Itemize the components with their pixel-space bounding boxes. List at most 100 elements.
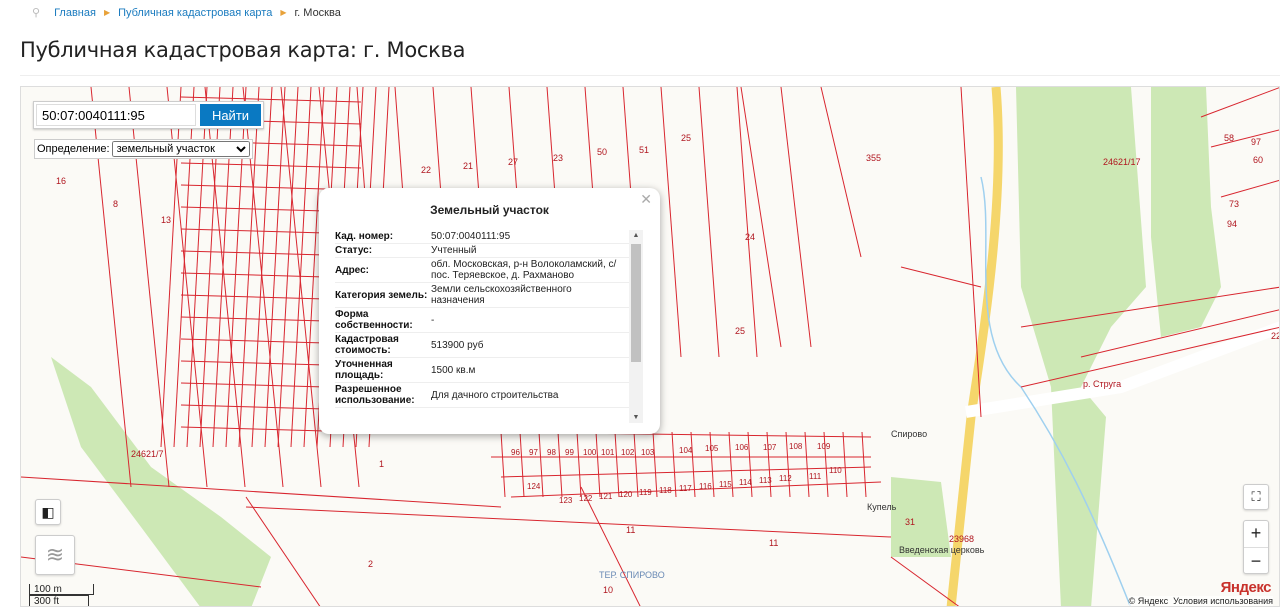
- forest-area: [51, 357, 271, 606]
- info-row: Адрес: обл. Московская, р-н Волоколамский…: [335, 258, 643, 283]
- parcel-label: 111: [809, 472, 822, 481]
- parcel-boundary: [180, 162, 362, 169]
- info-key: Категория земель:: [335, 289, 428, 301]
- scroll-down-icon[interactable]: ▼: [629, 414, 643, 421]
- parcel-boundary: [633, 431, 639, 498]
- info-key: Уточненная площадь:: [335, 359, 393, 381]
- parcel-label: 23: [553, 153, 563, 163]
- parcel-label: 58: [1224, 133, 1234, 143]
- parcel-label: р. Струга: [1083, 379, 1121, 389]
- parcel-label: 8: [113, 199, 118, 209]
- definition-label: Определение:: [37, 143, 110, 155]
- parcel-boundary: [245, 506, 892, 538]
- ruler-button[interactable]: ◧: [35, 499, 61, 525]
- info-key: Статус:: [335, 245, 373, 256]
- parcel-label: 104: [679, 446, 693, 455]
- parcel-label: 94: [1227, 219, 1237, 229]
- info-value: 1500 кв.м: [431, 364, 476, 376]
- parcel-label: 27: [508, 157, 518, 167]
- parcel-label: 103: [641, 448, 655, 457]
- breadcrumb: ⚲ Главная ▶ Публичная кадастровая карта …: [32, 6, 341, 20]
- info-value: Для дачного строительства: [431, 389, 559, 401]
- parcel-info-popup: ✕ Земельный участок Кад. номер: 50:07:004…: [319, 188, 660, 434]
- search-bar: Найти: [33, 101, 264, 129]
- parcel-label: 121: [599, 492, 613, 501]
- parcel-label: 11: [626, 525, 635, 535]
- find-button[interactable]: Найти: [200, 104, 261, 126]
- parcel-label: 116: [699, 482, 712, 491]
- parcel-boundary: [21, 476, 502, 508]
- layers-button[interactable]: ≋: [35, 535, 75, 575]
- parcel-label: Купель: [867, 502, 897, 512]
- parcel-boundary: [960, 87, 982, 418]
- parcel-label: 16: [56, 176, 66, 186]
- parcel-label: 107: [763, 443, 777, 452]
- breadcrumb-cadastral-map[interactable]: Публичная кадастровая карта: [118, 7, 272, 19]
- road: [946, 87, 1003, 606]
- parcel-boundary: [842, 431, 848, 498]
- parcel-label: 24621/17: [1103, 157, 1141, 167]
- scrollbar-thumb[interactable]: [631, 244, 641, 362]
- scrollbar[interactable]: ▲ ▼: [629, 230, 643, 423]
- info-row: Кад. номер: 50:07:0040111:95: [335, 230, 643, 244]
- info-value: 513900 руб: [431, 339, 484, 351]
- breadcrumb-home[interactable]: Главная: [54, 7, 96, 19]
- parcel-boundary: [900, 266, 982, 288]
- parcel-label: 117: [679, 484, 692, 493]
- parcel-boundary: [766, 431, 772, 498]
- yandex-logo: Яндекс: [1220, 579, 1272, 596]
- parcel-label: 224: [1271, 331, 1280, 341]
- parcel-label: 100: [583, 448, 597, 457]
- parcel-label: 73: [1229, 199, 1239, 209]
- parcel-boundary: [614, 431, 620, 498]
- popup-title: Земельный участок: [430, 203, 549, 217]
- fullscreen-button[interactable]: ⛶: [1243, 484, 1269, 510]
- info-value: Земли сельскохозяйственного назначения: [431, 284, 572, 306]
- parcel-label: 21: [463, 161, 473, 171]
- zoom-out-button[interactable]: −: [1244, 547, 1268, 574]
- parcel-label: 106: [735, 443, 749, 452]
- info-row: Форма собственности: -: [335, 308, 643, 333]
- info-row: Разрешенное использование: Для дачного ст…: [335, 383, 643, 408]
- parcel-label: 105: [705, 444, 719, 453]
- parcel-label: 10: [603, 585, 613, 595]
- close-icon[interactable]: ✕: [640, 191, 652, 208]
- ruler-icon: ◧: [41, 503, 55, 520]
- parcel-label: 102: [621, 448, 635, 457]
- page-title: Публичная кадастровая карта: г. Москва: [20, 38, 466, 62]
- parcel-label: 113: [759, 476, 772, 485]
- zoom-in-button[interactable]: +: [1251, 520, 1262, 547]
- info-key: Форма собственности:: [335, 309, 413, 331]
- parcel-label: Введенская церковь: [899, 545, 985, 555]
- parcel-label: 120: [619, 490, 633, 499]
- parcel-boundary: [500, 431, 506, 498]
- parcel-label: 123: [559, 496, 573, 505]
- info-row: Уточненная площадь: 1500 кв.м: [335, 358, 643, 383]
- terms-link[interactable]: Условия использования: [1173, 596, 1273, 606]
- definition-select[interactable]: земельный участок: [111, 141, 250, 157]
- parcel-boundary: [510, 481, 882, 498]
- parcel-boundary: [660, 87, 682, 358]
- scale-metric: 100 m: [29, 584, 94, 595]
- parcel-boundary: [804, 431, 810, 498]
- info-row: Статус: Учтенный: [335, 244, 643, 258]
- parcel-boundary: [290, 87, 312, 448]
- parcel-label: 2: [368, 559, 373, 569]
- parcel-boundary: [698, 87, 720, 358]
- parcel-boundary: [861, 431, 867, 498]
- parcel-boundary: [264, 87, 286, 448]
- divider: [20, 75, 1280, 76]
- scroll-up-icon[interactable]: ▲: [629, 232, 643, 239]
- parcel-label: 50: [597, 147, 607, 157]
- parcel-boundary: [1210, 129, 1279, 148]
- parcel-label: 25: [681, 133, 691, 143]
- parcel-label: 119: [639, 488, 652, 497]
- cadastral-map[interactable]: 16 8 13 22 21 27 23 50 51 25 355 24 25 24621/17 1 2 11 11…: [20, 86, 1280, 607]
- parcel-label: 51: [639, 145, 649, 155]
- info-row: Категория земель: Земли сельскохозяйствен…: [335, 283, 643, 308]
- scale-imperial: 300 ft: [29, 595, 89, 606]
- cadastral-number-input[interactable]: [36, 104, 196, 126]
- parcel-boundary: [519, 431, 525, 498]
- parcel-boundary: [277, 87, 299, 448]
- chevron-right-icon: ▶: [280, 8, 287, 17]
